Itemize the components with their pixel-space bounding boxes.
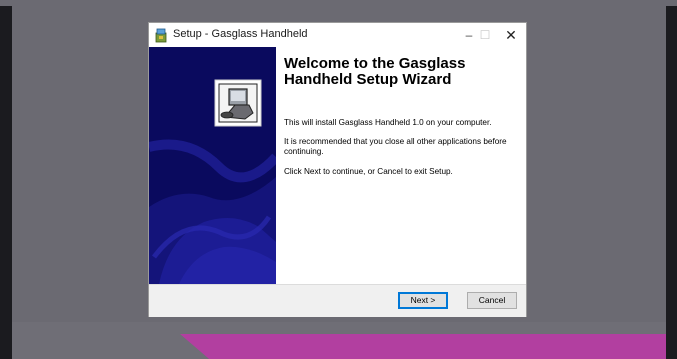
title-bar[interactable]: Setup - Gasglass Handheld – ☐ ✕ [149, 23, 526, 47]
maximize-button[interactable]: ☐ [471, 23, 499, 47]
setup-window: Setup - Gasglass Handheld – ☐ ✕ Welcome … [149, 23, 526, 317]
close-apps-text: It is recommended that you close all oth… [284, 137, 507, 156]
setup-box-icon [155, 28, 167, 43]
installer-computer-icon [214, 79, 262, 127]
install-info-text: This will install Gasglass Handheld 1.0 … [284, 118, 492, 127]
magenta-decoration [180, 334, 666, 359]
window-title: Setup - Gasglass Handheld [173, 28, 308, 40]
continue-instructions-text: Click Next to continue, or Cancel to exi… [284, 167, 453, 176]
cancel-button[interactable]: Cancel [467, 292, 517, 309]
next-button[interactable]: Next > [398, 292, 448, 309]
banner-artwork [149, 47, 276, 284]
close-button[interactable]: ✕ [497, 23, 525, 47]
welcome-heading: Welcome to the Gasglass Handheld Setup W… [284, 55, 466, 88]
wizard-footer: Next > Cancel [149, 284, 526, 317]
wizard-banner [149, 47, 276, 284]
welcome-content: Welcome to the Gasglass Handheld Setup W… [276, 47, 526, 284]
